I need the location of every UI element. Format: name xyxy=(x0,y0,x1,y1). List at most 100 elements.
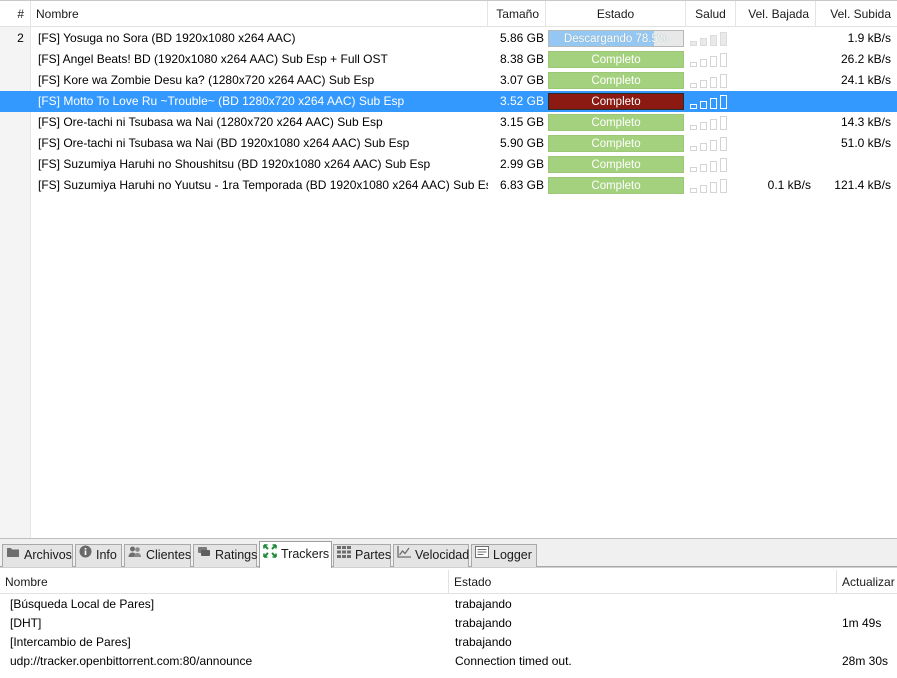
health-bars-icon xyxy=(690,52,732,67)
tracker-name: [DHT] xyxy=(10,616,42,630)
upload-speed: 14.3 kB/s xyxy=(840,115,891,129)
folder-icon xyxy=(6,544,20,565)
column-header-size[interactable]: Tamaño xyxy=(488,1,546,27)
torrent-row[interactable]: [FS] Suzumiya Haruhi no Yuutsu - 1ra Tem… xyxy=(0,175,897,196)
queue-number xyxy=(0,91,31,112)
tracker-name: udp://tracker.openbittorrent.com:80/anno… xyxy=(10,654,253,668)
tab-logger[interactable]: Logger xyxy=(471,544,537,567)
tab-archivos[interactable]: Archivos xyxy=(2,544,73,567)
health-bar xyxy=(700,38,707,46)
torrent-size: 6.83 GB xyxy=(499,178,544,192)
status-bar: Completo xyxy=(548,51,684,68)
torrent-row[interactable]: [FS] Ore-tachi ni Tsubasa wa Nai (BD 192… xyxy=(0,133,897,154)
tracker-row[interactable]: [DHT] trabajando 1m 49s xyxy=(0,614,897,633)
tab-ratings[interactable]: Ratings xyxy=(193,544,257,567)
health-bar xyxy=(690,41,697,46)
status-text: Descargando 78.5% xyxy=(563,33,669,45)
column-header-number[interactable]: # xyxy=(0,1,31,27)
health-bar xyxy=(700,59,707,67)
health-bars-icon xyxy=(690,157,732,172)
trackers-column-name[interactable]: Nombre xyxy=(0,570,449,594)
health-indicator xyxy=(688,154,732,175)
torrent-size: 8.38 GB xyxy=(499,52,544,66)
torrent-row[interactable]: [FS] Ore-tachi ni Tsubasa wa Nai (1280x7… xyxy=(0,112,897,133)
tab-partes[interactable]: Partes xyxy=(333,544,391,567)
status-bar: Completo xyxy=(548,177,684,194)
queue-number xyxy=(0,112,31,133)
clients-icon xyxy=(128,544,142,565)
upload-speed: 1.9 kB/s xyxy=(847,31,891,45)
status-text: Completo xyxy=(591,54,641,66)
health-bar xyxy=(720,179,727,193)
queue-number: 2 xyxy=(17,31,24,45)
torrent-name: [FS] Ore-tachi ni Tsubasa wa Nai (BD 192… xyxy=(38,136,410,150)
tab-trackers[interactable]: Trackers xyxy=(259,541,332,568)
tracker-name: [Búsqueda Local de Pares] xyxy=(10,597,155,611)
tracker-row[interactable]: udp://tracker.openbittorrent.com:80/anno… xyxy=(0,652,897,671)
column-header-health[interactable]: Salud xyxy=(686,1,736,27)
health-bar xyxy=(710,161,717,172)
health-bar xyxy=(720,116,727,130)
tab-label: Info xyxy=(96,548,117,562)
status-text: Completo xyxy=(591,75,641,87)
upload-speed: 24.1 kB/s xyxy=(840,73,891,87)
health-bars-icon xyxy=(690,31,732,46)
health-indicator xyxy=(688,70,732,91)
status-text: Completo xyxy=(591,96,641,108)
tab-label: Logger xyxy=(493,548,532,562)
column-header-name[interactable]: Nombre xyxy=(31,1,488,27)
status-bar: Completo xyxy=(548,156,684,173)
column-header-download-speed[interactable]: Vel. Bajada xyxy=(736,1,816,27)
column-header-upload-speed[interactable]: Vel. Subida xyxy=(816,1,897,27)
torrent-size: 5.90 GB xyxy=(499,136,544,150)
torrent-size: 3.52 GB xyxy=(499,94,544,108)
download-speed xyxy=(737,154,811,175)
health-bar xyxy=(700,101,707,109)
torrent-name: [FS] Angel Beats! BD (1920x1080 x264 AAC… xyxy=(38,52,388,66)
torrent-row[interactable]: [FS] Angel Beats! BD (1920x1080 x264 AAC… xyxy=(0,49,897,70)
torrent-size: 5.86 GB xyxy=(499,31,544,45)
column-header-status[interactable]: Estado xyxy=(546,1,686,27)
pieces-icon xyxy=(337,544,351,565)
trackers-header: Nombre Estado Actualizar xyxy=(0,570,897,594)
torrent-name: [FS] Ore-tachi ni Tsubasa wa Nai (1280x7… xyxy=(38,115,383,129)
tracker-name: [Intercambio de Pares] xyxy=(10,635,131,649)
torrent-row[interactable]: [FS] Kore wa Zombie Desu ka? (1280x720 x… xyxy=(0,70,897,91)
queue-number xyxy=(0,133,31,154)
status-text: Completo xyxy=(591,117,641,129)
download-speed xyxy=(737,91,811,112)
torrent-row[interactable]: 2 [FS] Yosuga no Sora (BD 1920x1080 x264 … xyxy=(0,28,897,49)
torrent-list-header: # Nombre Tamaño Estado Salud Vel. Bajada… xyxy=(0,1,897,27)
tracker-row[interactable]: [Búsqueda Local de Pares] trabajando xyxy=(0,595,897,614)
torrent-row[interactable]: [FS] Motto To Love Ru ~Trouble~ (BD 1280… xyxy=(0,91,897,112)
health-bar xyxy=(720,137,727,151)
tab-label: Ratings xyxy=(215,548,258,562)
health-bar xyxy=(710,98,717,109)
torrent-size: 2.99 GB xyxy=(499,157,544,171)
tab-velocidad[interactable]: Velocidad xyxy=(393,544,469,567)
trackers-column-status[interactable]: Estado xyxy=(449,570,837,594)
health-bar xyxy=(700,164,707,172)
queue-number xyxy=(0,70,31,91)
health-indicator xyxy=(688,112,732,133)
tracker-status: trabajando xyxy=(455,597,512,611)
download-speed xyxy=(737,28,811,49)
health-indicator xyxy=(688,28,732,49)
status-bar: Completo xyxy=(548,72,684,89)
tab-info[interactable]: Info xyxy=(75,544,122,567)
status-text: Completo xyxy=(591,180,641,192)
torrent-row[interactable]: [FS] Suzumiya Haruhi no Shoushitsu (BD 1… xyxy=(0,154,897,175)
trackers-column-update[interactable]: Actualizar xyxy=(837,570,897,594)
tab-label: Velocidad xyxy=(415,548,470,562)
health-bar xyxy=(720,53,727,67)
health-bar xyxy=(710,35,717,46)
health-bars-icon xyxy=(690,73,732,88)
status-text: Completo xyxy=(591,138,641,150)
health-bar xyxy=(690,167,697,172)
tab-clientes[interactable]: Clientes xyxy=(124,544,191,567)
health-bars-icon xyxy=(690,94,732,109)
details-tab-bar: Archivos Info Clientes Ratings Trackers Parte… xyxy=(0,538,897,568)
tracker-row[interactable]: [Intercambio de Pares] trabajando xyxy=(0,633,897,652)
status-bar: Completo xyxy=(548,114,684,131)
download-speed xyxy=(737,70,811,91)
